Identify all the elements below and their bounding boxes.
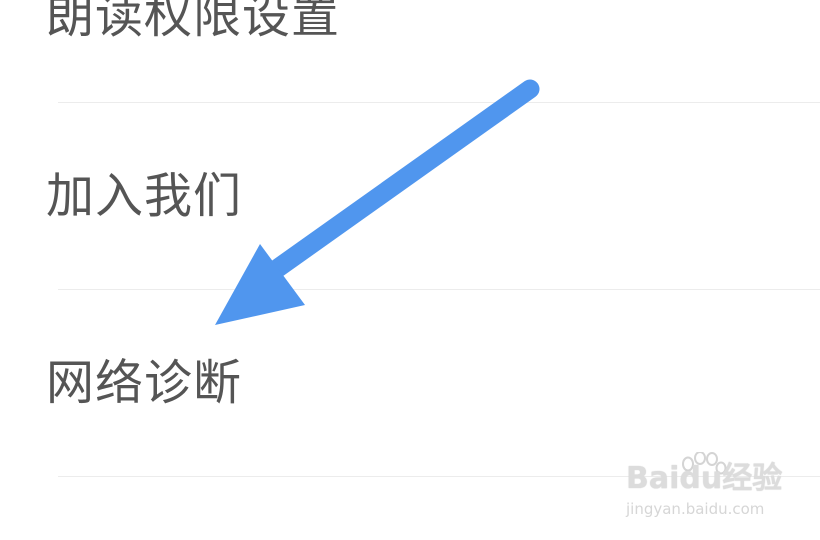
menu-item-label: 网络诊断 — [46, 355, 243, 411]
watermark-url: jingyan.baidu.com — [626, 500, 765, 518]
settings-screen: 朗读权限设置 加入我们 网络诊断 Baidu经验 jingyan.baidu.c… — [0, 0, 820, 540]
menu-item-read-aloud-permission[interactable]: 朗读权限设置 — [0, 0, 820, 86]
divider — [58, 476, 820, 477]
menu-item-join-us[interactable]: 加入我们 — [0, 102, 820, 288]
menu-item-label: 朗读权限设置 — [46, 0, 341, 44]
menu-item-network-diagnosis[interactable]: 网络诊断 — [0, 289, 820, 475]
menu-item-label: 加入我们 — [46, 168, 243, 224]
